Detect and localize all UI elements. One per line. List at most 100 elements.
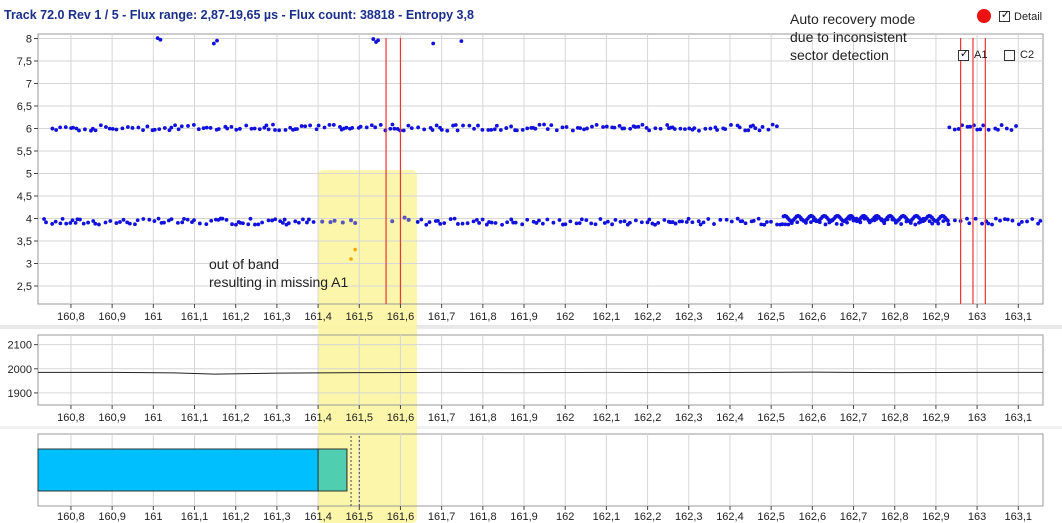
- flux-point: [455, 128, 460, 133]
- flux-point: [238, 126, 242, 131]
- flux-point: [604, 124, 609, 129]
- flux-point: [579, 217, 584, 222]
- flux-point: [108, 219, 113, 223]
- detail-checkbox[interactable]: ✓: [999, 9, 1011, 22]
- x-tick-label: 161,1: [181, 311, 209, 323]
- flux-point-highlighted: [340, 220, 345, 225]
- flux-point: [169, 217, 174, 221]
- flux-point: [590, 124, 594, 129]
- flux-point: [765, 220, 769, 224]
- flux-point: [640, 122, 645, 127]
- x-tick-label: 161,8: [469, 311, 497, 323]
- flux-point: [388, 126, 393, 131]
- x-tick-label: 161,3: [263, 412, 291, 424]
- flux-point: [369, 123, 374, 128]
- flux-point: [493, 221, 498, 225]
- x-tick-label: 161,8: [469, 412, 497, 424]
- flux-point: [50, 126, 55, 131]
- c2-checkbox[interactable]: [1004, 50, 1015, 61]
- x-tick-label: 162,3: [675, 311, 703, 323]
- x-tick-label: 162: [556, 412, 574, 424]
- flux-point: [757, 128, 762, 133]
- flux-point: [998, 218, 1002, 223]
- flux-point: [509, 124, 514, 129]
- flux-point: [740, 219, 745, 224]
- flux-point: [50, 222, 55, 226]
- flux-point: [350, 126, 355, 130]
- flux-point: [513, 220, 518, 225]
- flux-point: [598, 217, 603, 221]
- flux-point: [73, 221, 78, 225]
- flux-point: [110, 127, 115, 131]
- flux-point: [104, 125, 108, 129]
- x-tick-label: 162,3: [675, 511, 703, 523]
- flux-point: [627, 220, 632, 225]
- flux-point: [945, 218, 950, 223]
- flux-point: [639, 220, 644, 225]
- flux-point: [766, 127, 771, 132]
- flux-point: [549, 123, 554, 128]
- a1-checkbox[interactable]: ✓: [958, 48, 969, 61]
- flux-point: [746, 128, 751, 133]
- flux-point: [271, 122, 275, 127]
- flux-point: [401, 128, 406, 133]
- flux-point: [253, 222, 257, 227]
- flux-point: [1016, 222, 1021, 227]
- checkmark-icon: ✓: [1000, 9, 1011, 21]
- flux-point: [371, 37, 376, 41]
- flux-point: [683, 127, 687, 132]
- flux-point: [706, 217, 711, 221]
- flux-point: [947, 125, 952, 130]
- flux-point-highlighted: [332, 218, 337, 223]
- flux-point: [296, 220, 301, 225]
- x-tick-label: 160,8: [57, 311, 85, 323]
- x-tick-label: 161,2: [222, 412, 250, 424]
- flux-point: [456, 222, 460, 226]
- flux-point: [286, 221, 291, 226]
- c2-label: C2: [1020, 49, 1035, 61]
- flux-point: [176, 127, 181, 132]
- flux-point: [729, 219, 734, 224]
- flux-point: [715, 128, 720, 132]
- x-tick-label: 161,3: [263, 511, 291, 523]
- flux-point: [769, 219, 773, 224]
- flux-point: [618, 219, 623, 224]
- flux-point: [525, 126, 530, 131]
- flux-point: [564, 125, 569, 129]
- flux-point: [476, 123, 480, 128]
- flux-point: [735, 216, 740, 221]
- flux-point: [257, 127, 262, 132]
- flux-point: [703, 126, 708, 131]
- flux-point: [953, 218, 957, 223]
- x-tick-label: 161,2: [222, 311, 250, 323]
- flux-point: [241, 221, 245, 226]
- flux-point: [684, 220, 689, 224]
- flux-point: [44, 220, 48, 225]
- flux-point: [436, 218, 440, 223]
- flux-point: [605, 219, 610, 224]
- flux-point: [823, 222, 828, 227]
- y-tick-label: 5: [26, 169, 32, 181]
- x-tick-label: 162,7: [840, 511, 868, 523]
- flux-point: [438, 221, 443, 226]
- x-tick-label: 162,5: [757, 412, 785, 424]
- y-tick-label: 3: [26, 259, 32, 271]
- flux-point: [358, 124, 363, 129]
- flux-point: [130, 126, 135, 130]
- flux-point: [225, 126, 230, 131]
- y-tick-label: 6: [26, 124, 32, 136]
- flux-point: [83, 127, 87, 132]
- x-tick-label: 162,6: [799, 311, 827, 323]
- flux-point: [78, 217, 82, 222]
- flux-point: [125, 125, 130, 129]
- x-tick-label: 162,8: [881, 311, 909, 323]
- flux-point: [316, 123, 321, 128]
- flux-point: [220, 216, 225, 221]
- flux-point: [141, 128, 145, 133]
- x-tick-label: 162,2: [634, 412, 662, 424]
- x-tick-label: 161,5: [346, 412, 374, 424]
- flux-point: [208, 126, 213, 130]
- x-tick-label: 160,9: [98, 311, 126, 323]
- flux-point: [63, 125, 68, 130]
- flux-point: [182, 216, 186, 221]
